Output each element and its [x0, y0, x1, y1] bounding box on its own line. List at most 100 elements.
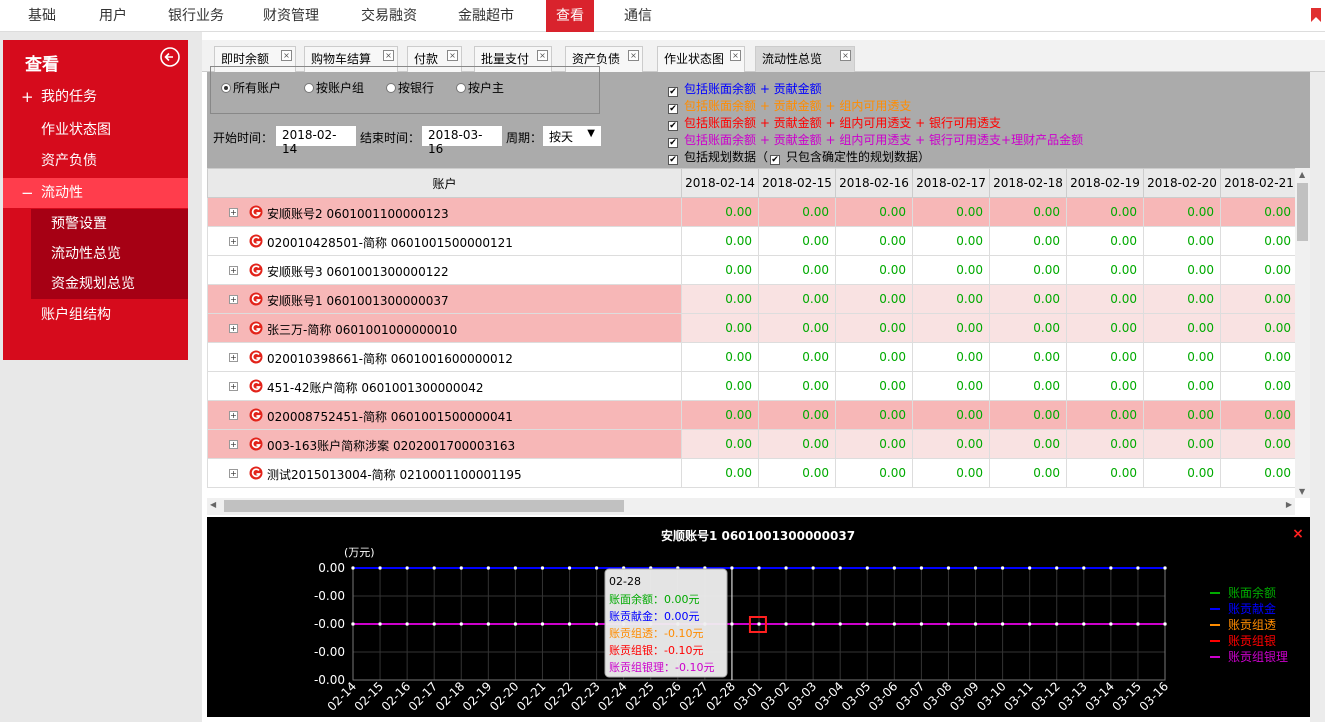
- account-cell[interactable]: + 测试2015013004-简称 0210001100001195: [207, 458, 682, 488]
- close-icon[interactable]: ×: [447, 50, 458, 61]
- data-point: [378, 622, 382, 626]
- expand-plus-icon[interactable]: +: [229, 237, 238, 246]
- radio-all-accounts[interactable]: 所有账户: [221, 79, 281, 96]
- table-row[interactable]: + 安顺账号3 0601001300000122 0.00 0.00 0.00 0.00 0…: [207, 255, 1298, 285]
- expand-plus-icon[interactable]: +: [229, 440, 238, 449]
- account-cell[interactable]: + 安顺账号2 0601001100000123: [207, 197, 682, 227]
- close-icon[interactable]: ×: [383, 50, 394, 61]
- tab-liquidity-overview[interactable]: 流动性总览 ×: [755, 46, 855, 72]
- sidebar-item-assets[interactable]: 资产负债: [3, 146, 188, 176]
- close-icon[interactable]: ×: [281, 50, 292, 61]
- column-header-account[interactable]: 账户: [207, 168, 682, 198]
- sidebar-item-job-status[interactable]: 作业状态图: [3, 115, 188, 145]
- expand-plus-icon[interactable]: +: [229, 382, 238, 391]
- legend-entry[interactable]: 账贡献金: [1228, 601, 1276, 616]
- column-header-date[interactable]: 2018-02-17: [912, 168, 990, 198]
- horizontal-scrollbar[interactable]: ◀ ▶: [207, 498, 1295, 515]
- end-date-input[interactable]: 2018-03-16: [421, 125, 503, 156]
- legend-entry[interactable]: 账贡组银理: [1228, 650, 1288, 664]
- checkbox-with-bank-overdraft[interactable]: ✔ 包括账面余额 + 贡献金额 + 组内可用透支 + 银行可用透支: [668, 114, 1001, 131]
- data-point: [946, 622, 951, 626]
- close-icon[interactable]: ×: [840, 50, 851, 61]
- period-select[interactable]: 按天 ▼: [542, 125, 602, 147]
- sidebar-item-account-group[interactable]: 账户组结构: [3, 300, 188, 330]
- sidebar-item-liquidity[interactable]: − 流动性: [3, 178, 188, 208]
- nav-treasury[interactable]: 财资管理: [255, 0, 327, 32]
- table-row[interactable]: + 张三万-简称 0601001000000010 0.00 0.00 0.00 0.00…: [207, 313, 1298, 343]
- column-header-date[interactable]: 2018-02-20: [1143, 168, 1221, 198]
- collapse-left-icon[interactable]: [159, 46, 181, 68]
- account-cell[interactable]: +020010398661-简称 0601001600000012: [207, 342, 682, 372]
- sidebar-item-fund-plan-overview[interactable]: 资金规划总览: [31, 269, 188, 299]
- value-cell: 0.00: [681, 197, 759, 227]
- radio-by-group[interactable]: 按账户组: [304, 79, 364, 96]
- table-row[interactable]: +003-163账户简称涉案 0202001700003163 0.00 0.00 0…: [207, 429, 1298, 459]
- column-header-date[interactable]: 2018-02-16: [835, 168, 913, 198]
- bookmark-icon[interactable]: [1309, 6, 1323, 24]
- checkbox-balance-contribution[interactable]: ✔ 包括账面余额 + 贡献金额: [668, 80, 822, 97]
- checkbox-certain-plan-only[interactable]: ✔: [770, 155, 781, 165]
- sidebar-item-liquidity-overview[interactable]: 流动性总览: [31, 239, 188, 269]
- tab-job-status[interactable]: 作业状态图 ×: [657, 46, 745, 72]
- account-cell[interactable]: + 安顺账号3 0601001300000122: [207, 255, 682, 285]
- vertical-scrollbar[interactable]: ▲ ▼: [1295, 168, 1310, 498]
- nav-finance-market[interactable]: 金融超市: [450, 0, 522, 32]
- expand-plus-icon[interactable]: +: [229, 353, 238, 362]
- legend-entry[interactable]: 账贡组银: [1228, 634, 1276, 648]
- account-cell[interactable]: +020008752451-简称 0601001500000041: [207, 400, 682, 430]
- value-cell: 0.00: [1143, 255, 1221, 285]
- checkbox-include-plan-data[interactable]: ✔ 包括规划数据（ ✔ 只包含确定性的规划数据）: [668, 148, 930, 165]
- data-point: [486, 566, 490, 570]
- table-row[interactable]: +020010398661-简称 0601001600000012 0.00 0.0…: [207, 342, 1298, 372]
- radio-by-bank[interactable]: 按银行: [386, 79, 434, 96]
- nav-user[interactable]: 用户: [91, 0, 135, 32]
- x-tick-label: 03-03: [785, 679, 820, 714]
- account-cell[interactable]: + 安顺账号1 0601001300000037: [207, 284, 682, 314]
- value-cell: 0.00: [1066, 313, 1144, 343]
- expand-plus-icon[interactable]: +: [229, 295, 238, 304]
- column-header-date[interactable]: 2018-02-15: [758, 168, 836, 198]
- table-row[interactable]: + 安顺账号1 0601001300000037 0.00 0.00 0.00 0.00 0…: [207, 284, 1298, 314]
- x-tick-label: 03-15: [1109, 679, 1144, 714]
- table-row[interactable]: +020010428501-简称 0601001500000121 0.00 0.0…: [207, 226, 1298, 256]
- table-row[interactable]: +020008752451-简称 0601001500000041 0.00 0.0…: [207, 400, 1298, 430]
- value-cell: 0.00: [912, 284, 990, 314]
- table-row[interactable]: + 安顺账号2 0601001100000123 0.00 0.00 0.00 0.00 0…: [207, 197, 1298, 227]
- tab-label: 作业状态图: [664, 52, 725, 66]
- tooltip-line: 账贡组透：-0.10元: [609, 626, 703, 640]
- expand-plus-icon[interactable]: +: [229, 469, 238, 478]
- nav-communication[interactable]: 通信: [616, 0, 660, 32]
- account-cell[interactable]: +003-163账户简称涉案 0202001700003163: [207, 429, 682, 459]
- close-icon[interactable]: ×: [628, 50, 639, 61]
- legend-entry[interactable]: 账贡组透: [1228, 618, 1276, 632]
- start-date-input[interactable]: 2018-02-14: [275, 125, 357, 156]
- account-cell[interactable]: +451-42账户简称 0601001300000042: [207, 371, 682, 401]
- table-row[interactable]: +451-42账户简称 0601001300000042 0.00 0.00 0.00…: [207, 371, 1298, 401]
- checkbox-with-group-overdraft[interactable]: ✔ 包括账面余额 + 贡献金额 + 组内可用透支: [668, 97, 911, 114]
- column-header-date[interactable]: 2018-02-18: [989, 168, 1067, 198]
- value-cell: 0.00: [758, 400, 836, 430]
- account-cell[interactable]: +020010428501-简称 0601001500000121: [207, 226, 682, 256]
- expand-plus-icon[interactable]: +: [229, 266, 238, 275]
- table-row[interactable]: + 测试2015013004-简称 0210001100001195 0.00 0.0…: [207, 458, 1298, 488]
- close-icon[interactable]: ×: [537, 50, 548, 61]
- checkbox-with-wealth-products[interactable]: ✔ 包括账面余额 + 贡献金额 + 组内可用透支 + 银行可用透支+理财产品金额: [668, 131, 1083, 148]
- account-name: 安顺账号1 0601001300000037: [267, 294, 449, 308]
- expand-plus-icon[interactable]: +: [229, 411, 238, 420]
- close-icon[interactable]: ×: [730, 50, 741, 61]
- account-cell[interactable]: + 张三万-简称 0601001000000010: [207, 313, 682, 343]
- expand-plus-icon[interactable]: +: [229, 208, 238, 217]
- column-header-date[interactable]: 2018-02-19: [1066, 168, 1144, 198]
- nav-trade-finance[interactable]: 交易融资: [353, 0, 425, 32]
- nav-view[interactable]: 查看: [546, 0, 594, 32]
- nav-banking[interactable]: 银行业务: [160, 0, 232, 32]
- radio-by-owner[interactable]: 按户主: [456, 79, 504, 96]
- expand-plus-icon[interactable]: +: [229, 324, 238, 333]
- column-header-date[interactable]: 2018-02-14: [681, 168, 759, 198]
- legend-entry[interactable]: 账面余额: [1228, 585, 1276, 600]
- sidebar-item-alert-settings[interactable]: 预警设置: [31, 209, 188, 239]
- nav-basic[interactable]: 基础: [20, 0, 64, 32]
- close-chart-icon[interactable]: ×: [1292, 526, 1304, 542]
- column-header-date[interactable]: 2018-02-21: [1220, 168, 1298, 198]
- sidebar-item-my-tasks[interactable]: + 我的任务: [3, 82, 188, 112]
